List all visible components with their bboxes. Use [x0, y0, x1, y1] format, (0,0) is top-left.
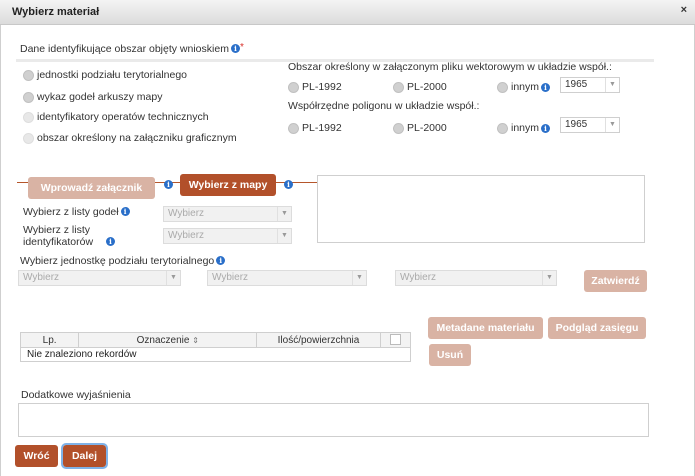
vector-option-pl2000[interactable]: PL-2000 — [393, 81, 447, 93]
option-territorial-units[interactable]: jednostki podziału terytorialnego — [23, 69, 187, 81]
chevron-down-icon: ▼ — [605, 78, 619, 92]
column-header-quantity[interactable]: Ilość/powierzchnia — [256, 332, 381, 348]
delete-button[interactable]: Usuń — [429, 344, 471, 366]
attachment-preview-area[interactable] — [317, 175, 645, 243]
map-sheets-label: Wybierz z listy godeł — [23, 206, 119, 218]
info-icon[interactable]: i — [164, 180, 173, 189]
radio-button[interactable] — [497, 122, 508, 134]
option-label: innym — [511, 122, 540, 134]
select-value: Wybierz — [212, 272, 249, 283]
select-value: Wybierz — [168, 208, 205, 219]
option-label: obszar określony na załączniku graficzny… — [37, 132, 237, 144]
select-value: 1965 — [565, 119, 588, 130]
required-mark: * — [239, 42, 244, 53]
commune-select[interactable]: Wybierz ▼ — [395, 270, 557, 286]
chevron-down-icon: ▼ — [277, 207, 291, 221]
column-header-lp[interactable]: Lp. — [19, 332, 80, 348]
chevron-down-icon: ▼ — [352, 271, 366, 285]
column-header-designation[interactable]: Oznaczenie ⇕ — [78, 332, 258, 348]
operat-ids-label: Wybierz z listy identyfikatorów — [23, 224, 94, 248]
option-label: innym — [511, 81, 540, 93]
select-value: Wybierz — [168, 230, 205, 241]
area-identification-label: Dane identyfikujące obszar objęty wniosk… — [20, 43, 229, 55]
info-icon[interactable]: i — [284, 180, 293, 189]
confirm-button[interactable]: Zatwierdź — [584, 270, 647, 292]
vector-year-select[interactable]: 1965 ▼ — [560, 77, 620, 93]
option-label: wykaz godeł arkuszy mapy — [37, 91, 163, 103]
radio-button[interactable] — [288, 122, 299, 134]
select-value: Wybierz — [400, 272, 437, 283]
material-metadata-button[interactable]: Metadane materiału — [428, 317, 543, 339]
column-label: Oznaczenie — [136, 334, 190, 346]
territorial-unit-label-row: Wybierz jednostkę podziału terytorialneg… — [20, 255, 226, 267]
option-label: PL-2000 — [407, 81, 447, 93]
option-label: jednostki podziału terytorialnego — [37, 69, 188, 81]
info-icon[interactable]: i — [106, 237, 115, 246]
select-value: Wybierz — [23, 272, 60, 283]
polygon-option-other[interactable]: innym i — [497, 122, 551, 134]
chevron-down-icon: ▼ — [605, 118, 619, 132]
option-graphic-attachment[interactable]: obszar określony na załączniku graficzny… — [23, 132, 237, 144]
column-header-select-all[interactable] — [379, 332, 412, 348]
radio-button[interactable] — [23, 132, 34, 144]
radio-button[interactable] — [23, 111, 34, 123]
county-select[interactable]: Wybierz ▼ — [207, 270, 367, 286]
chevron-down-icon: ▼ — [166, 271, 180, 285]
extent-preview-button[interactable]: Podgląd zasięgu — [548, 317, 646, 339]
option-label: PL-1992 — [302, 122, 342, 134]
close-icon[interactable]: × — [681, 4, 687, 16]
sort-icon[interactable]: ⇕ — [192, 336, 199, 345]
option-label: identyfikatory operatów technicznych — [37, 111, 209, 123]
additional-notes-textarea[interactable] — [18, 403, 649, 437]
option-map-sheets[interactable]: wykaz godeł arkuszy mapy — [23, 91, 162, 103]
territorial-unit-label: Wybierz jednostkę podziału terytorialneg… — [20, 255, 215, 267]
empty-message: Nie znaleziono rekordów — [20, 347, 411, 362]
additional-notes-label: Dodatkowe wyjaśnienia — [21, 389, 131, 401]
info-icon[interactable]: i — [216, 256, 226, 265]
option-label: PL-2000 — [407, 122, 447, 134]
back-button[interactable]: Wróć — [15, 445, 58, 467]
option-label: PL-1992 — [302, 81, 342, 93]
info-icon[interactable]: i — [230, 44, 240, 53]
operat-ids-select[interactable]: Wybierz ▼ — [163, 228, 292, 244]
chevron-down-icon: ▼ — [277, 229, 291, 243]
map-sheets-select[interactable]: Wybierz ▼ — [163, 206, 292, 222]
radio-button[interactable] — [393, 81, 404, 93]
radio-button[interactable] — [497, 81, 508, 93]
info-icon[interactable]: i — [120, 207, 130, 216]
dialog-title: Wybierz materiał — [12, 6, 100, 18]
upload-attachment-button[interactable]: Wprowadź załącznik — [28, 177, 155, 199]
dialog-titlebar: Wybierz materiał × — [0, 0, 695, 25]
materials-table: Lp. Oznaczenie ⇕ Ilość/powierzchnia Nie … — [19, 332, 412, 362]
polygon-heading: Współrzędne poligonu w układzie współ.: — [288, 100, 480, 112]
radio-button[interactable] — [393, 122, 404, 134]
radio-button[interactable] — [288, 81, 299, 93]
select-value: 1965 — [565, 79, 588, 90]
radio-button[interactable] — [23, 91, 34, 103]
chevron-down-icon: ▼ — [542, 271, 556, 285]
vector-option-other[interactable]: innym i — [497, 81, 551, 93]
table-row: Nie znaleziono rekordów — [20, 347, 411, 362]
select-all-checkbox[interactable] — [389, 334, 401, 346]
vector-file-heading: Obszar określony w załączonym pliku wekt… — [288, 61, 612, 73]
option-operat-ids[interactable]: identyfikatory operatów technicznych — [23, 111, 209, 123]
table-header-row: Lp. Oznaczenie ⇕ Ilość/powierzchnia — [19, 332, 412, 348]
info-icon[interactable]: i — [541, 123, 551, 133]
area-identification-heading: Dane identyfikujące obszar objęty wniosk… — [20, 42, 244, 55]
polygon-option-pl2000[interactable]: PL-2000 — [393, 122, 447, 134]
operat-ids-label-row: Wybierz z listy identyfikatorów — [23, 224, 143, 248]
radio-button[interactable] — [23, 69, 34, 81]
voivodeship-select[interactable]: Wybierz ▼ — [18, 270, 181, 286]
polygon-option-pl1992[interactable]: PL-1992 — [288, 122, 342, 134]
polygon-year-select[interactable]: 1965 ▼ — [560, 117, 620, 133]
choose-from-map-button[interactable]: Wybierz z mapy — [180, 174, 276, 196]
dialog-body: Dane identyfikujące obszar objęty wniosk… — [0, 25, 695, 476]
vector-option-pl1992[interactable]: PL-1992 — [288, 81, 342, 93]
info-icon[interactable]: i — [541, 82, 551, 92]
next-button[interactable]: Dalej — [61, 443, 108, 469]
map-sheets-label-row: Wybierz z listy godeł i — [23, 206, 130, 218]
